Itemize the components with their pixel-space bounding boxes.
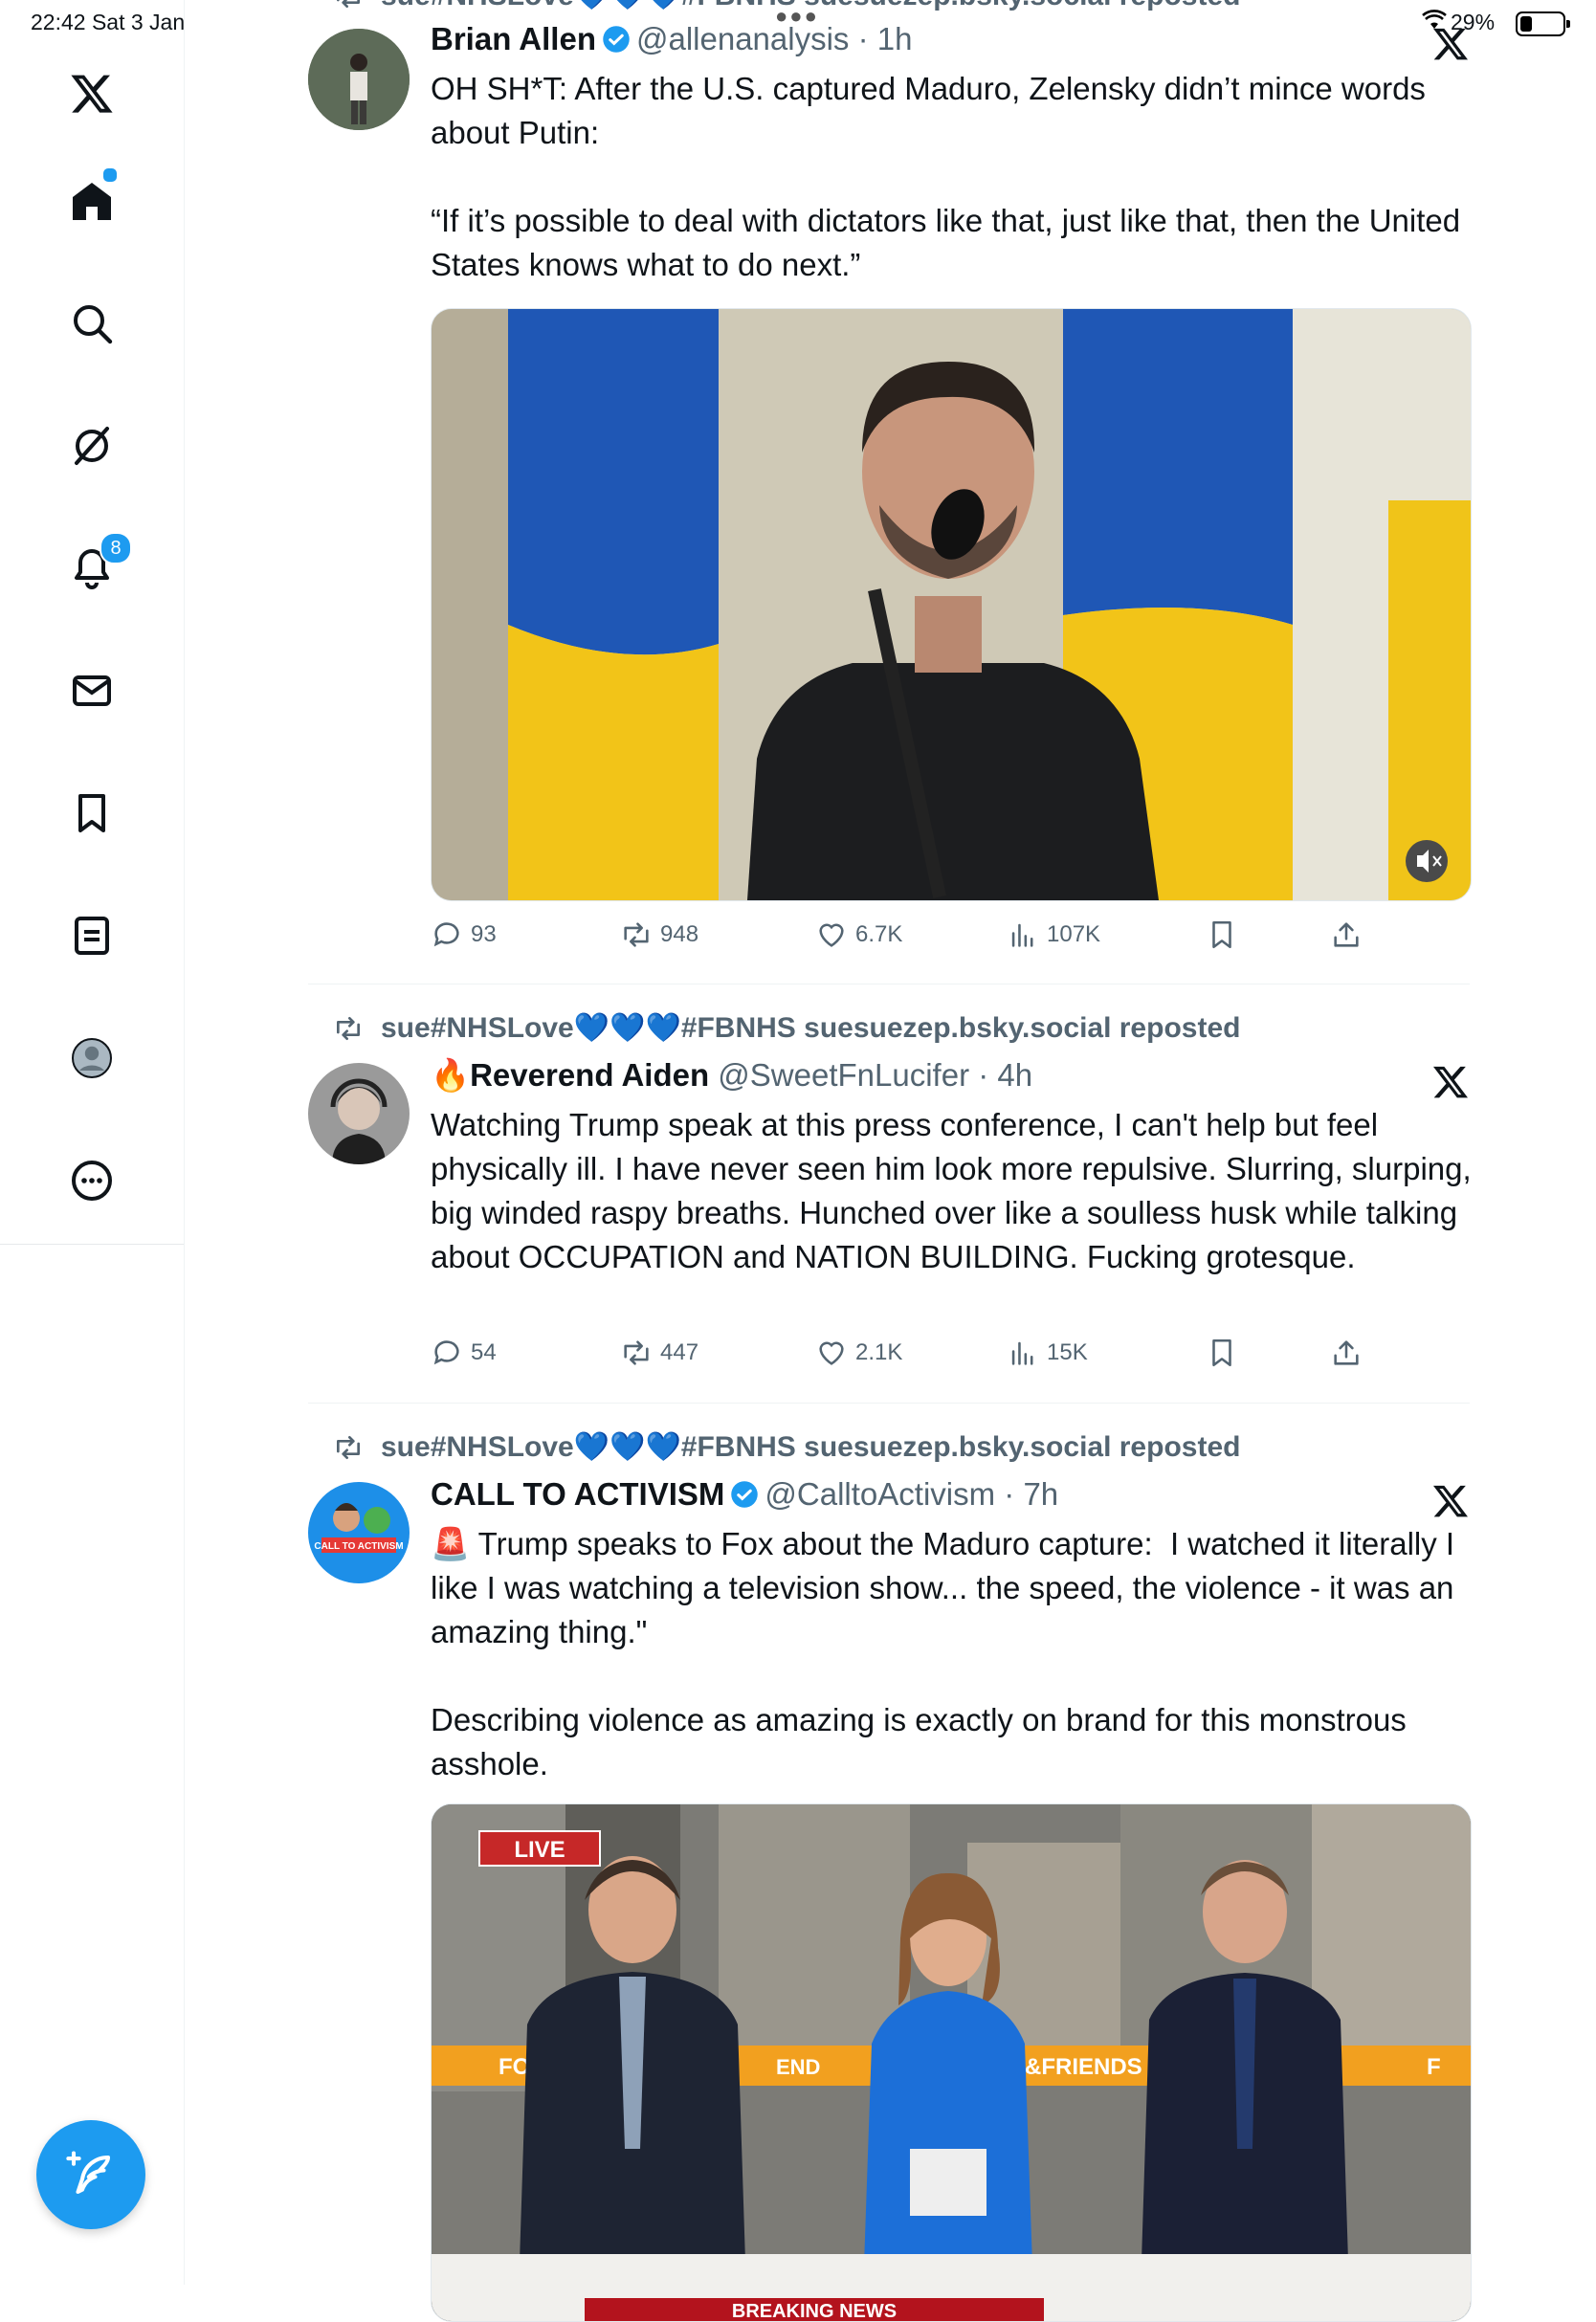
heart-icon [819, 1341, 844, 1365]
post-actions: 54 447 2.1K 15K [431, 1337, 1470, 1375]
views-button[interactable]: 107K [1007, 918, 1100, 951]
views-icon [1011, 1341, 1033, 1365]
repost-line: sue#NHSLove💙💙💙#FBNHS suesuezep.bsky.soci… [337, 1430, 1240, 1464]
grok-icon[interactable] [52, 406, 132, 486]
like-button[interactable]: 2.1K [815, 1337, 902, 1369]
x-logo-icon[interactable] [52, 54, 132, 134]
bookmark-icon [1212, 1338, 1231, 1367]
video-frame-zelensky [432, 309, 1471, 900]
post-header: CALL TO ACTIVISM @CalltoActivism · 7h [431, 1476, 1058, 1513]
post-call-to-activism[interactable]: sue#NHSLove💙💙💙#FBNHS suesuezep.bsky.soci… [308, 1430, 1472, 2322]
author-name[interactable]: Reverend Aiden [470, 1057, 709, 1093]
svg-text:LIVE: LIVE [514, 1837, 565, 1863]
compose-feather-icon [66, 2151, 111, 2195]
home-unread-dot [101, 166, 119, 184]
home-icon[interactable] [52, 161, 132, 241]
repost-icon [337, 1436, 360, 1459]
sidebar: 8 [0, 0, 185, 2285]
post-time[interactable]: · 7h [1004, 1476, 1058, 1512]
sidebar-divider [0, 1244, 184, 1245]
reply-icon [433, 1340, 459, 1365]
views-icon [1011, 923, 1033, 947]
repost-icon [624, 922, 649, 947]
share-icon [1334, 1340, 1359, 1365]
share-button[interactable] [1330, 918, 1370, 951]
search-icon[interactable] [52, 283, 132, 364]
lists-icon[interactable] [52, 896, 132, 976]
battery-percent: 29% [1451, 10, 1496, 34]
post-time[interactable]: · 4h [978, 1057, 1032, 1093]
svg-text:CALL TO ACTIVISM: CALL TO ACTIVISM [314, 1541, 403, 1552]
profile-avatar-icon[interactable] [52, 1018, 132, 1098]
repost-button[interactable]: 447 [620, 1337, 698, 1369]
verified-badge-icon [731, 1481, 759, 1508]
svg-text:END: END [776, 2055, 820, 2079]
reply-button[interactable]: 54 [431, 1337, 497, 1369]
notifications-badge: 8 [100, 532, 132, 564]
status-bar: 22:42 Sat 3 Jan ●●● 29% [0, 0, 1596, 44]
bookmarks-icon[interactable] [52, 773, 132, 853]
post-text: 🚨 Trump speaks to Fox about the Maduro c… [431, 1526, 1455, 1781]
post-header: 🔥Reverend Aiden @SweetFnLucifer · 4h [431, 1057, 1033, 1093]
repost-button[interactable]: 948 [620, 918, 698, 951]
author-handle[interactable]: @SweetFnLucifer [718, 1057, 969, 1093]
notifications-icon[interactable]: 8 [52, 528, 132, 608]
svg-text:F: F [1427, 2054, 1441, 2080]
x-share-icon[interactable] [1431, 1482, 1470, 1520]
post-video[interactable]: LIVE FOX END &FRIENDS F BREAKING NEWS [431, 1803, 1472, 2322]
share-button[interactable] [1330, 1337, 1370, 1369]
reply-icon [433, 922, 459, 947]
post-video[interactable] [431, 308, 1472, 901]
compose-post-button[interactable] [36, 2120, 145, 2229]
more-icon[interactable] [52, 1140, 132, 1221]
bookmark-button[interactable] [1206, 918, 1246, 951]
messages-icon[interactable] [52, 651, 132, 731]
post-text: Watching Trump speak at this press confe… [431, 1107, 1480, 1274]
video-frame-fox-friends: LIVE FOX END &FRIENDS F BREAKING NEWS [432, 1804, 1471, 2321]
wifi-icon [1422, 10, 1447, 36]
post-reverend-aiden[interactable]: sue#NHSLove💙💙💙#FBNHS suesuezep.bsky.soci… [308, 1011, 1472, 1394]
avatar-call-to-activism[interactable]: CALL TO ACTIVISM [308, 1482, 410, 1583]
post-divider [308, 1403, 1470, 1404]
author-name[interactable]: CALL TO ACTIVISM [431, 1476, 724, 1512]
share-icon [1334, 922, 1359, 947]
avatar-reverend-aiden[interactable] [308, 1063, 410, 1164]
heart-icon [819, 923, 844, 947]
like-button[interactable]: 6.7K [815, 918, 902, 951]
battery-icon [1516, 11, 1570, 36]
reply-button[interactable]: 93 [431, 918, 497, 951]
svg-text:BREAKING NEWS: BREAKING NEWS [732, 2301, 897, 2321]
post-actions: 93 948 6.7K 107K [431, 918, 1470, 957]
repost-line: sue#NHSLove💙💙💙#FBNHS suesuezep.bsky.soci… [337, 1011, 1240, 1045]
bookmark-button[interactable] [1206, 1337, 1246, 1369]
multitasking-dots[interactable]: ●●● [775, 4, 819, 29]
post-text: OH SH*T: After the U.S. captured Maduro,… [431, 71, 1461, 282]
views-button[interactable]: 15K [1007, 1337, 1088, 1369]
svg-text:&FRIENDS: &FRIENDS [1025, 2054, 1142, 2080]
author-handle[interactable]: @CalltoActivism [765, 1476, 995, 1512]
repost-icon [624, 1340, 649, 1365]
post-brian-allen[interactable]: sue#NHSLove💙💙💙#FBNHS suesuezep.bsky.soci… [308, 0, 1472, 964]
bookmark-icon [1212, 920, 1231, 949]
x-share-icon[interactable] [1431, 1063, 1470, 1101]
status-time: 22:42 Sat 3 Jan [31, 10, 186, 34]
repost-icon [337, 1017, 360, 1040]
